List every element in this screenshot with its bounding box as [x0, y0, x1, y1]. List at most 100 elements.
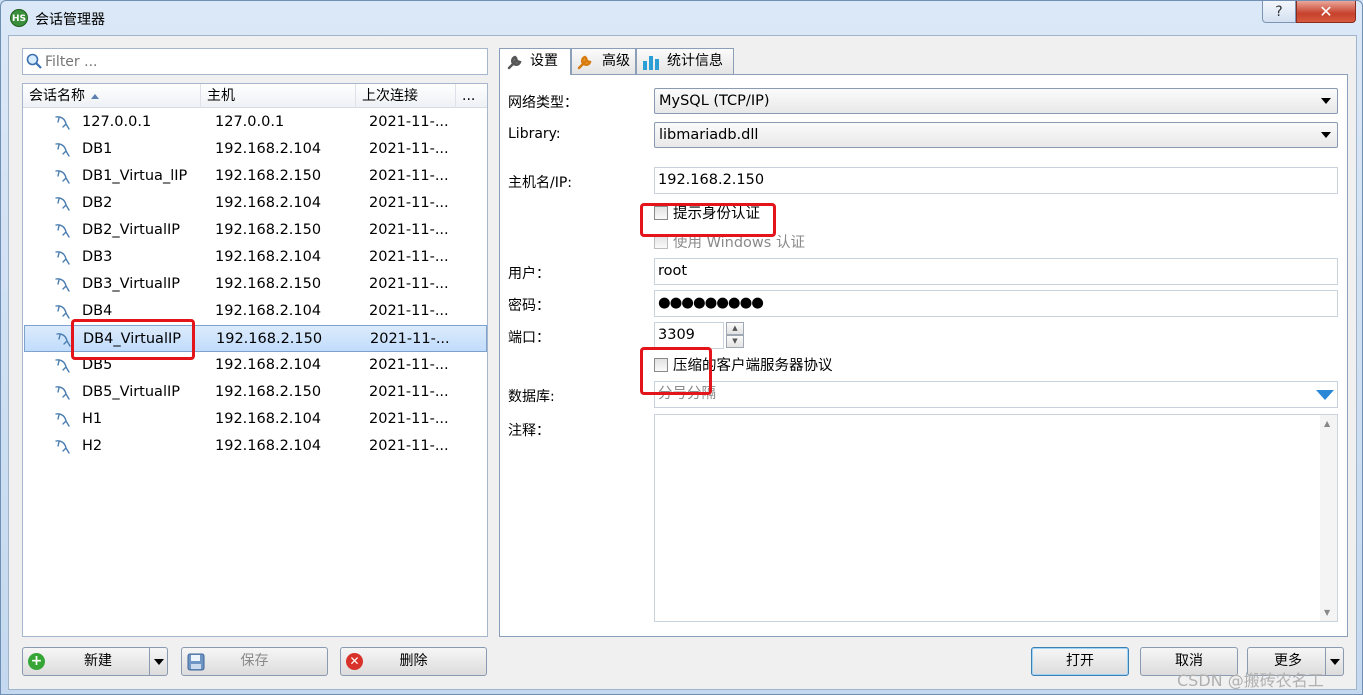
session-host: 192.168.2.150: [215, 384, 322, 400]
mysql-dolphin-icon: [55, 359, 70, 373]
mysql-dolphin-icon: [55, 440, 70, 454]
session-name: H2: [82, 438, 103, 454]
bar-chart-icon: [643, 56, 659, 70]
session-last-connect: 2021-11-...: [369, 141, 449, 157]
floppy-disk-icon: [187, 653, 205, 671]
filter-input[interactable]: [45, 51, 475, 72]
chevron-down-icon: [1321, 132, 1331, 138]
session-host: 192.168.2.104: [215, 303, 322, 319]
session-row[interactable]: DB3_VirtualIP 192.168.2.150 2021-11-...: [24, 271, 487, 298]
session-last-connect: 2021-11-...: [369, 195, 449, 211]
password-input[interactable]: ●●●●●●●●●: [654, 290, 1338, 317]
host-label: 主机名/IP:: [508, 175, 573, 191]
database-input[interactable]: 分号分隔: [654, 381, 1338, 408]
tab-statistics[interactable]: 统计信息: [636, 48, 734, 74]
session-host: 192.168.2.104: [215, 411, 322, 427]
search-icon: [26, 53, 42, 69]
session-row[interactable]: H2 192.168.2.104 2021-11-...: [24, 433, 487, 460]
user-input[interactable]: root: [654, 258, 1338, 285]
session-last-connect: 2021-11-...: [369, 411, 449, 427]
user-label: 用户：: [508, 266, 550, 282]
help-button[interactable]: ?: [1262, 1, 1296, 23]
session-last-connect: 2021-11-...: [369, 168, 449, 184]
session-row[interactable]: DB1_Virtua_lIP 192.168.2.150 2021-11-...: [24, 163, 487, 190]
mysql-dolphin-icon: [55, 413, 70, 427]
session-name: DB1_Virtua_lIP: [82, 168, 188, 184]
mysql-dolphin-icon: [55, 170, 70, 184]
new-session-button[interactable]: + 新建: [22, 647, 168, 676]
session-row[interactable]: DB5_VirtualIP 192.168.2.150 2021-11-...: [24, 379, 487, 406]
comment-scrollbar[interactable]: ▲ ▼: [1320, 415, 1337, 621]
open-button[interactable]: 打开: [1031, 647, 1129, 676]
network-type-label: 网络类型：: [508, 95, 578, 111]
session-last-connect: 2021-11-...: [369, 384, 449, 400]
session-host: 192.168.2.104: [215, 195, 322, 211]
scroll-up-icon[interactable]: ▲: [1324, 419, 1330, 428]
new-dropdown-arrow[interactable]: [149, 648, 167, 675]
session-last-connect: 2021-11-...: [369, 303, 449, 319]
port-spinner[interactable]: ▲ ▼: [726, 322, 744, 349]
session-host: 192.168.2.150: [215, 222, 322, 238]
session-last-connect: 2021-11-...: [369, 276, 449, 292]
watermark: CSDN @搬砖农名工: [1177, 671, 1324, 690]
session-host: 192.168.2.150: [216, 331, 323, 347]
session-last-connect: 2021-11-...: [370, 331, 450, 347]
mysql-dolphin-icon: [55, 251, 70, 265]
session-name: H1: [82, 411, 103, 427]
dropdown-arrow-icon[interactable]: [1316, 390, 1334, 400]
save-button[interactable]: 保存: [181, 647, 328, 676]
chevron-down-icon: [1329, 659, 1340, 665]
session-name: DB3: [82, 249, 113, 265]
column-header-host[interactable]: 主机: [201, 84, 356, 108]
network-type-select[interactable]: MySQL (TCP/IP): [654, 88, 1338, 114]
session-host: 192.168.2.104: [215, 438, 322, 454]
session-last-connect: 2021-11-...: [369, 222, 449, 238]
close-button[interactable]: ✕: [1296, 1, 1356, 23]
spin-down-icon[interactable]: ▼: [726, 335, 744, 348]
session-host: 192.168.2.104: [215, 249, 322, 265]
wrench-orange-icon: [577, 55, 592, 70]
session-row[interactable]: 127.0.0.1 127.0.0.1 2021-11-...: [24, 109, 487, 136]
session-row[interactable]: DB2 192.168.2.104 2021-11-...: [24, 190, 487, 217]
sort-ascending-icon: [91, 93, 99, 99]
port-label: 端口：: [508, 330, 550, 346]
filter-box[interactable]: [22, 48, 488, 75]
tab-settings[interactable]: 设置: [499, 48, 571, 75]
wrench-icon: [507, 55, 522, 70]
session-last-connect: 2021-11-...: [369, 249, 449, 265]
library-select[interactable]: libmariadb.dll: [654, 122, 1338, 148]
comment-label: 注释：: [508, 423, 550, 439]
column-header-last-connect[interactable]: 上次连接: [356, 84, 456, 108]
mysql-dolphin-icon: [55, 116, 70, 130]
session-last-connect: 2021-11-...: [369, 357, 449, 373]
session-row[interactable]: DB1 192.168.2.104 2021-11-...: [24, 136, 487, 163]
mysql-dolphin-icon: [55, 278, 70, 292]
dialog-client-area: 会话名称 主机 上次连接 ... 127.0.0.1 127.0.0.1 2021-…: [8, 35, 1357, 690]
mysql-dolphin-icon: [55, 224, 70, 238]
column-header-name[interactable]: 会话名称: [23, 84, 201, 108]
spin-up-icon[interactable]: ▲: [726, 322, 744, 335]
host-input[interactable]: 192.168.2.150: [654, 167, 1338, 194]
settings-panel: 网络类型： MySQL (TCP/IP) Library: libmariadb…: [499, 74, 1348, 637]
scroll-down-icon[interactable]: ▼: [1324, 608, 1330, 617]
session-row[interactable]: H1 192.168.2.104 2021-11-...: [24, 406, 487, 433]
title-bar[interactable]: HS 会话管理器 ? ✕: [1, 1, 1362, 35]
session-name: DB1: [82, 141, 113, 157]
comment-textarea[interactable]: ▲ ▼: [654, 414, 1338, 622]
more-dropdown-arrow[interactable]: [1325, 648, 1343, 675]
session-list[interactable]: 会话名称 主机 上次连接 ... 127.0.0.1 127.0.0.1 2021-…: [22, 83, 488, 637]
session-host: 127.0.0.1: [215, 114, 285, 130]
session-name: 127.0.0.1: [82, 114, 152, 130]
tab-advanced[interactable]: 高级: [571, 48, 636, 74]
chevron-down-icon: [153, 659, 164, 665]
delete-button[interactable]: ✕ 删除: [340, 647, 487, 676]
chevron-down-icon: [1321, 98, 1331, 104]
plus-icon: +: [28, 653, 45, 670]
session-row[interactable]: DB2_VirtualIP 192.168.2.150 2021-11-...: [24, 217, 487, 244]
session-row[interactable]: DB3 192.168.2.104 2021-11-...: [24, 244, 487, 271]
column-header-more[interactable]: ...: [456, 84, 487, 108]
session-name: DB5_VirtualIP: [82, 384, 180, 400]
session-name: DB3_VirtualIP: [82, 276, 180, 292]
port-input[interactable]: 3309: [654, 322, 724, 349]
mysql-dolphin-icon: [55, 143, 70, 157]
